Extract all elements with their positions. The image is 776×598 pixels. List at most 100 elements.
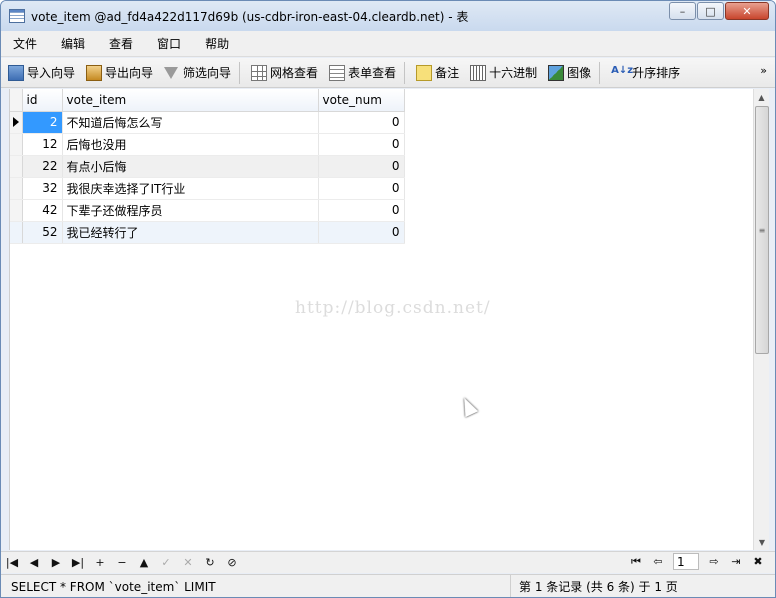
cell-vote-num[interactable]: 0: [318, 133, 405, 156]
cell-vote-num[interactable]: 0: [318, 155, 405, 178]
cell-vote-item[interactable]: 下辈子还做程序员: [62, 199, 319, 222]
image-button[interactable]: 图像: [544, 61, 595, 85]
cell-vote-num[interactable]: 0: [318, 199, 405, 222]
menu-file[interactable]: 文件: [1, 35, 49, 52]
form-view-button[interactable]: 表单查看: [325, 61, 400, 85]
vertical-scrollbar[interactable]: ▲ ≡ ▼: [753, 89, 769, 550]
hex-icon: [470, 64, 487, 81]
menu-edit[interactable]: 编辑: [49, 35, 97, 52]
table-row[interactable]: 2 不知道后悔怎么写 0: [10, 111, 405, 134]
cell-vote-item[interactable]: 不知道后悔怎么写: [62, 111, 319, 134]
sort-ascending-button[interactable]: A↓z 升序排序: [607, 61, 684, 85]
export-wizard-button[interactable]: 导出向导: [82, 61, 157, 85]
row-indicator[interactable]: [10, 221, 23, 244]
first-page-button[interactable]: ⏮: [625, 555, 647, 569]
table-row[interactable]: 52 我已经转行了 0: [10, 221, 405, 244]
row-indicator[interactable]: [10, 177, 23, 200]
record-count-status: 第 1 条记录 (共 6 条) 于 1 页: [519, 580, 678, 594]
cell-vote-item[interactable]: 我已经转行了: [62, 221, 319, 244]
column-header-vote-item[interactable]: vote_item: [62, 89, 319, 112]
maximize-button[interactable]: □: [697, 2, 724, 20]
menu-help[interactable]: 帮助: [193, 35, 241, 52]
cell-id[interactable]: 12: [22, 133, 63, 156]
sort-ascending-label: 升序排序: [632, 66, 681, 80]
watermark: http://blog.csdn.net/: [295, 298, 491, 318]
cell-id[interactable]: 22: [22, 155, 63, 178]
image-label: 图像: [567, 66, 592, 80]
row-indicator[interactable]: [10, 155, 23, 178]
row-indicator[interactable]: [10, 199, 23, 222]
menu-bar: 文件 编辑 查看 窗口 帮助: [1, 31, 775, 57]
table-row[interactable]: 42 下辈子还做程序员 0: [10, 199, 405, 222]
title-bar[interactable]: vote_item @ad_fd4a422d117d69b (us-cdbr-i…: [1, 1, 775, 31]
add-record-button[interactable]: +: [89, 556, 111, 569]
cell-vote-num[interactable]: 0: [318, 221, 405, 244]
window-controls: – □ ✕: [668, 2, 769, 20]
cell-id[interactable]: 2: [22, 111, 63, 134]
cell-vote-num[interactable]: 0: [318, 177, 405, 200]
toolbar-separator: [599, 61, 601, 84]
page-navigation: ⏮ ⇦ 1 ⇨ ⇥ ✖: [625, 553, 769, 570]
previous-page-button[interactable]: ⇦: [647, 555, 669, 568]
settings-icon[interactable]: ✖: [747, 555, 769, 568]
image-icon: [548, 64, 565, 81]
cell-id[interactable]: 32: [22, 177, 63, 200]
save-record-button[interactable]: ✓: [155, 556, 177, 569]
grid-icon: [251, 64, 268, 81]
menu-view[interactable]: 查看: [97, 35, 145, 52]
row-header-corner: [10, 89, 23, 112]
row-indicator[interactable]: [10, 133, 23, 156]
export-icon: [86, 64, 103, 81]
delete-record-button[interactable]: −: [111, 556, 133, 569]
scrollbar-thumb[interactable]: ≡: [755, 106, 769, 354]
import-icon: [8, 64, 24, 81]
data-grid[interactable]: id vote_item vote_num 2 不知道后悔怎么写 0 12 后悔…: [9, 89, 753, 550]
results-table: id vote_item vote_num 2 不知道后悔怎么写 0 12 后悔…: [10, 89, 405, 244]
table-row[interactable]: 12 后悔也没用 0: [10, 133, 405, 156]
table-row[interactable]: 32 我很庆幸选择了IT行业 0: [10, 177, 405, 200]
next-record-button[interactable]: ▶: [45, 556, 67, 569]
hex-button[interactable]: 十六进制: [466, 61, 541, 85]
filter-wizard-button[interactable]: 筛选向导: [160, 61, 235, 85]
table-row[interactable]: 22 有点小后悔 0: [10, 155, 405, 178]
next-page-button[interactable]: ⇨: [703, 555, 725, 568]
filter-label: 筛选向导: [183, 66, 232, 80]
column-header-id[interactable]: id: [22, 89, 63, 112]
memo-icon: [416, 64, 433, 81]
cell-id[interactable]: 52: [22, 221, 63, 244]
grid-view-button[interactable]: 网格查看: [247, 61, 322, 85]
import-wizard-button[interactable]: 导入向导: [4, 61, 79, 85]
column-header-vote-num[interactable]: vote_num: [318, 89, 405, 112]
scroll-up-arrow-icon[interactable]: ▲: [754, 89, 769, 105]
memo-button[interactable]: 备注: [412, 61, 463, 85]
cell-vote-num[interactable]: 0: [318, 111, 405, 134]
page-number-input[interactable]: 1: [673, 553, 699, 570]
cell-id[interactable]: 42: [22, 199, 63, 222]
close-button[interactable]: ✕: [725, 2, 769, 20]
cancel-edit-button[interactable]: ✕: [177, 556, 199, 569]
apply-changes-button[interactable]: ▲: [133, 556, 155, 569]
refresh-button[interactable]: ↻: [199, 556, 221, 569]
toolbar-overflow-button[interactable]: »: [760, 64, 767, 77]
table-header-row: id vote_item vote_num: [10, 89, 405, 112]
cell-vote-item[interactable]: 我很庆幸选择了IT行业: [62, 177, 319, 200]
toolbar-separator: [404, 61, 406, 84]
last-page-button[interactable]: ⇥: [725, 555, 747, 568]
previous-record-button[interactable]: ◀: [23, 556, 45, 569]
record-navigation-bar: |◀ ◀ ▶ ▶| + − ▲ ✓ ✕ ↻ ⊘ ⏮ ⇦ 1 ⇨ ⇥ ✖: [1, 551, 775, 573]
current-row-arrow-icon: [13, 117, 19, 127]
stop-button[interactable]: ⊘: [221, 556, 243, 569]
minimize-button[interactable]: –: [669, 2, 696, 20]
table-icon: [9, 9, 25, 23]
row-indicator[interactable]: [10, 111, 23, 134]
menu-window[interactable]: 窗口: [145, 35, 193, 52]
cell-vote-item[interactable]: 有点小后悔: [62, 155, 319, 178]
hex-label: 十六进制: [489, 66, 538, 80]
scroll-down-arrow-icon[interactable]: ▼: [754, 534, 770, 550]
last-record-button[interactable]: ▶|: [67, 556, 89, 569]
window-title: vote_item @ad_fd4a422d117d69b (us-cdbr-i…: [31, 9, 469, 24]
memo-label: 备注: [435, 66, 460, 80]
toolbar-separator: [239, 61, 241, 84]
cell-vote-item[interactable]: 后悔也没用: [62, 133, 319, 156]
first-record-button[interactable]: |◀: [1, 556, 23, 569]
